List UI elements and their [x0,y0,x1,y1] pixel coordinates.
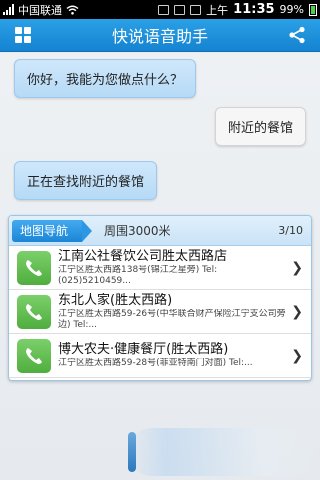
carrier-name: 中国联通 [18,3,62,17]
call-button[interactable] [17,250,51,285]
restaurant-name: 东北人家(胜太西路) [58,292,173,308]
chevron-right-icon: ❯ [291,260,303,276]
list-item[interactable]: 东北人家(胜太西路) 江宁区胜太西路59-26号(中华联合财产保险江宁支公司旁边… [9,290,311,334]
chevron-right-icon: ❯ [291,304,303,320]
page-indicator: 3/10 [278,224,303,237]
app-header: 快说语音助手 [0,19,320,52]
call-button[interactable] [17,294,51,329]
assistant-message: 正在查找附近的餐馆 [14,161,158,200]
phone-icon [26,303,42,320]
battery-icon [309,3,317,16]
assistant-message: 你好，我能为您做点什么？ [14,59,197,98]
grid-menu-icon [15,27,31,43]
restaurant-name: 博大农夫·健康餐厅(胜太西路) [58,342,229,357]
list-item[interactable]: 江南公社餐饮公司胜太西路店 江宁区胜太西路138号(锦江之星旁) Tel:(02… [9,246,311,290]
map-navigation-button[interactable]: 地图导航 [12,219,93,242]
share-icon [289,26,305,44]
restaurant-address: 江宁区胜太西路59-28号(菲亚特南门对面) Tel:... [58,358,253,368]
clock: 11:35 [233,2,275,17]
restaurant-address: 江宁区胜太西路59-26号(中华联合财产保险江宁支公司旁边) Tel:... [58,308,286,330]
call-button[interactable] [17,338,51,373]
wifi-icon [66,5,79,15]
search-radius-label: 周围3000米 [104,224,171,238]
app-notification-icon [190,4,202,15]
restaurant-name: 江南公社餐饮公司胜太西路店 [58,248,228,264]
user-message: 附近的餐馆 [214,107,306,146]
signal-icon [3,4,14,15]
chat-area[interactable]: 你好，我能为您做点什么？ 附近的餐馆 正在查找附近的餐馆 地图导航 周围3000… [0,53,320,480]
menu-button[interactable] [0,19,46,52]
results-header: 地图导航 周围3000米 3/10 [9,216,311,246]
usb-icon [158,4,170,15]
phone-icon [26,259,42,276]
app-title: 快说语音助手 [111,27,208,46]
restaurant-results-card: 地图导航 周围3000米 3/10 江南公社餐饮公司胜太西路店 江宁区胜太西路1… [8,215,312,381]
image-icon [174,4,186,15]
phone-icon [26,347,42,364]
restaurant-address: 江宁区胜太西路138号(锦江之星旁) Tel:(025)5210459... [58,264,218,286]
ampm-label: 上午 [206,3,229,17]
battery-percent: 99% [279,3,304,16]
list-item[interactable]: 博大农夫·健康餐厅(胜太西路) 江宁区胜太西路59-28号(菲亚特南门对面) T… [9,334,311,378]
status-bar: 中国联通 上午 11:35 99% [0,0,320,19]
chevron-right-icon: ❯ [291,348,303,364]
share-button[interactable] [274,19,320,52]
voice-input-handle[interactable] [128,428,320,476]
